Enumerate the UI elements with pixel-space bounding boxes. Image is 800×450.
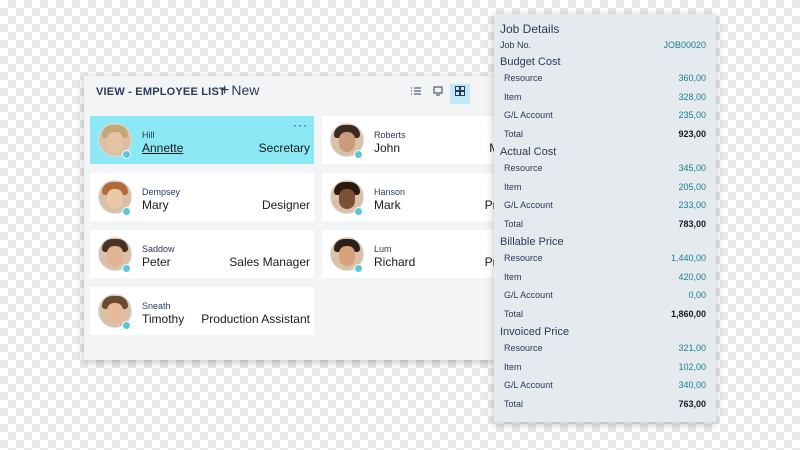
row-label: Item <box>504 91 522 102</box>
job-detail-row: Item 102,00 <box>494 360 706 376</box>
employee-card[interactable]: Dempsey Mary Designer <box>90 173 314 221</box>
row-value[interactable]: 102,00 <box>678 362 706 372</box>
employee-first-name[interactable]: Annette <box>142 141 183 155</box>
employee-list-panel: VIEW - EMPLOYEE LIST + New Hill Annette Sec… <box>84 76 546 360</box>
employee-surname: Roberts <box>374 130 406 140</box>
employee-first-name: Timothy <box>142 312 185 326</box>
employee-surname: Sneath <box>142 301 171 311</box>
employee-surname: Dempsey <box>142 187 181 197</box>
row-label: Total <box>504 308 524 319</box>
employee-first-name: John <box>374 141 401 155</box>
employee-first-name: Peter <box>142 255 171 269</box>
row-value[interactable]: 0,00 <box>688 290 706 300</box>
row-value[interactable]: 340,00 <box>678 380 706 390</box>
row-label: G/L Account <box>504 200 553 210</box>
panel-header: VIEW - EMPLOYEE LIST + New <box>84 76 498 112</box>
job-detail-row: Item 328,00 <box>494 90 706 106</box>
row-label: Resource <box>504 73 543 83</box>
job-detail-row: Resource 360,00 <box>494 71 706 87</box>
new-button[interactable]: + New <box>220 82 259 100</box>
presence-status-icon <box>354 264 363 273</box>
tile-small-icon[interactable] <box>428 84 448 104</box>
job-detail-row: Total 923,00 <box>494 127 706 143</box>
section-title: Billable Price <box>500 236 564 248</box>
tile-grid-icon[interactable] <box>450 84 470 104</box>
employee-card[interactable]: Sneath Timothy Production Assistant <box>90 287 314 335</box>
job-detail-row: Total 763,00 <box>494 397 706 413</box>
employee-card[interactable]: Hill Annette Secretary ··· <box>90 116 314 164</box>
row-label: Total <box>504 398 524 409</box>
row-label: Total <box>504 218 524 229</box>
job-detail-row: Total 783,00 <box>494 217 706 233</box>
row-value[interactable]: 321,00 <box>678 343 706 353</box>
new-button-label: New <box>231 82 260 98</box>
row-label: G/L Account <box>504 290 553 300</box>
row-value[interactable]: 1,440,00 <box>671 253 706 263</box>
employee-surname: Saddow <box>142 244 175 254</box>
employee-role: Secretary <box>258 141 310 155</box>
employee-role: Designer <box>261 198 310 212</box>
row-value[interactable]: 420,00 <box>678 272 706 282</box>
presence-status-icon <box>354 207 363 216</box>
job-detail-row: Item 420,00 <box>494 270 706 286</box>
job-number-row: Job No. JOB00020 <box>494 38 706 54</box>
job-detail-row: G/L Account 233,00 <box>494 198 706 214</box>
job-detail-row: Resource 345,00 <box>494 161 706 177</box>
employee-surname: Hill <box>142 130 155 140</box>
list-view-icon[interactable] <box>406 84 426 104</box>
job-details-title: Job Details <box>500 22 560 36</box>
employee-surname: Lum <box>374 244 392 254</box>
job-detail-row: G/L Account 340,00 <box>494 378 706 394</box>
row-value[interactable]: 205,00 <box>678 182 706 192</box>
employee-role: Production Assistant <box>201 312 310 326</box>
presence-status-icon <box>122 264 131 273</box>
employee-surname: Hanson <box>374 187 406 197</box>
more-options-icon[interactable]: ··· <box>293 118 308 132</box>
employee-card[interactable]: Saddow Peter Sales Manager <box>90 230 314 278</box>
row-value[interactable]: 235,00 <box>678 110 706 120</box>
row-label: G/L Account <box>504 380 553 390</box>
row-label: Item <box>504 271 522 282</box>
row-label: Total <box>504 128 524 139</box>
row-value: 923,00 <box>678 128 706 139</box>
row-value[interactable]: 328,00 <box>678 92 706 102</box>
presence-status-icon <box>122 150 131 159</box>
row-label: G/L Account <box>504 110 553 120</box>
job-detail-row: Resource 321,00 <box>494 341 706 357</box>
job-detail-row: G/L Account 0,00 <box>494 288 706 304</box>
row-value: 1,860,00 <box>670 308 706 319</box>
job-number-value[interactable]: JOB00020 <box>663 40 706 50</box>
presence-status-icon <box>122 321 131 330</box>
section-title: Invoiced Price <box>500 326 570 338</box>
row-value[interactable]: 345,00 <box>678 163 706 173</box>
employee-first-name: Mary <box>142 198 169 212</box>
section-title: Budget Cost <box>500 56 561 68</box>
view-title: VIEW - EMPLOYEE LIST <box>96 86 226 98</box>
row-label: Resource <box>504 343 543 353</box>
row-label: Resource <box>504 163 543 173</box>
job-detail-row: Resource 1,440,00 <box>494 251 706 267</box>
row-label: Item <box>504 361 522 372</box>
row-label: Resource <box>504 253 543 263</box>
row-value: 763,00 <box>678 398 706 409</box>
plus-icon: + <box>220 82 230 99</box>
row-value[interactable]: 233,00 <box>678 200 706 210</box>
employee-first-name: Richard <box>374 255 416 269</box>
job-details-panel: Job Details Job No. JOB00020 Budget Cost… <box>494 14 716 422</box>
employee-role: Sales Manager <box>229 255 310 269</box>
presence-status-icon <box>122 207 131 216</box>
job-detail-row: G/L Account 235,00 <box>494 108 706 124</box>
row-value: 783,00 <box>678 218 706 229</box>
employee-first-name: Mark <box>374 198 401 212</box>
job-detail-row: Total 1,860,00 <box>494 307 706 323</box>
row-label: Item <box>504 181 522 192</box>
presence-status-icon <box>354 150 363 159</box>
job-detail-row: Item 205,00 <box>494 180 706 196</box>
job-number-label: Job No. <box>500 40 532 50</box>
section-title: Actual Cost <box>500 146 557 158</box>
row-value[interactable]: 360,00 <box>678 73 706 83</box>
